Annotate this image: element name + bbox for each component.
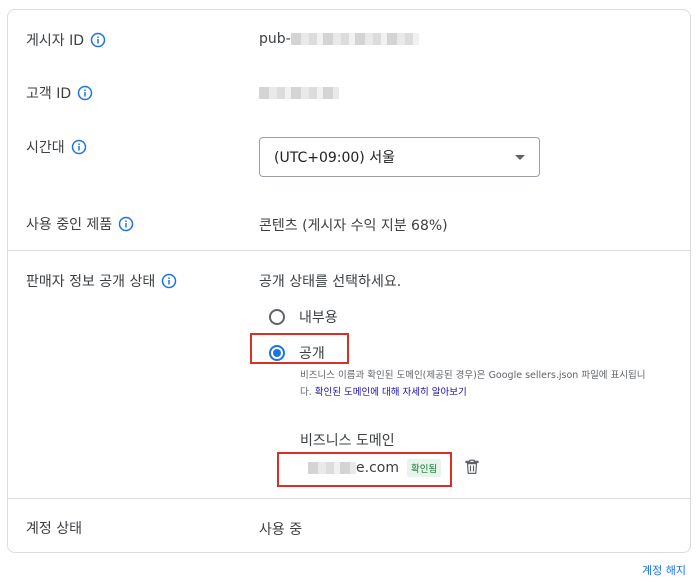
radio-internal-label: 내부용 (299, 310, 338, 326)
seller-info-label: 판매자 정보 공개 상태 (26, 274, 156, 290)
timezone-row: 시간대 (26, 137, 87, 157)
radio-button-selected[interactable] (269, 345, 285, 361)
publisher-id-value: pub- (259, 31, 419, 47)
publisher-id-label: 게시자 ID (26, 33, 84, 49)
redacted-publisher-id (290, 33, 419, 45)
product-label: 사용 중인 제품 (26, 217, 113, 233)
customer-id-row: 고객 ID (26, 83, 93, 103)
info-icon[interactable] (77, 85, 93, 101)
radio-internal[interactable]: 내부용 (269, 307, 338, 327)
product-row: 사용 중인 제품 (26, 214, 134, 234)
domain-suffix: e.com (356, 460, 399, 476)
radio-public[interactable]: 공개 (269, 343, 325, 363)
publisher-id-prefix: pub- (259, 31, 291, 47)
section-divider (8, 498, 690, 499)
account-status-row: 계정 상태 (26, 518, 82, 538)
info-icon[interactable] (90, 32, 106, 48)
dropdown-arrow-icon (515, 154, 525, 160)
account-status-label: 계정 상태 (26, 521, 82, 537)
publisher-id-row: 게시자 ID (26, 30, 106, 50)
redacted-domain (308, 462, 356, 474)
verified-badge: 확인됨 (406, 459, 442, 477)
section-divider (8, 250, 690, 251)
timezone-label: 시간대 (26, 140, 65, 156)
business-domain-title: 비즈니스 도메인 (300, 433, 395, 449)
visibility-prompt: 공개 상태를 선택하세요. (259, 274, 402, 290)
account-status-value: 사용 중 (259, 522, 303, 538)
info-icon[interactable] (161, 273, 177, 289)
timezone-selected-value: (UTC+09:00) 서울 (274, 150, 395, 166)
business-domain-value: e.com 확인됨 (308, 459, 442, 477)
radio-button[interactable] (269, 309, 285, 325)
seller-info-row: 판매자 정보 공개 상태 (26, 271, 177, 291)
account-settings-card: 게시자 ID pub- 고객 ID 시간대 (UTC+09:00) 서울 사용 … (7, 9, 691, 553)
info-icon[interactable] (71, 139, 87, 155)
close-account-link[interactable]: 계정 해지 (642, 562, 686, 578)
redacted-customer-id (259, 87, 339, 99)
verified-domain-learn-more-link[interactable]: 확인된 도메인에 대해 자세히 알아보기 (315, 387, 467, 398)
delete-icon[interactable] (463, 458, 481, 476)
visibility-helper-text: 비즈니스 이름과 확인된 도메인(제공된 경우)은 Google sellers… (300, 367, 650, 401)
info-icon[interactable] (118, 216, 134, 232)
product-value: 콘텐츠 (게시자 수익 지분 68%) (259, 218, 448, 234)
radio-public-label: 공개 (299, 346, 325, 362)
customer-id-label: 고객 ID (26, 86, 72, 102)
timezone-select[interactable]: (UTC+09:00) 서울 (259, 137, 540, 177)
customer-id-value (259, 85, 339, 101)
